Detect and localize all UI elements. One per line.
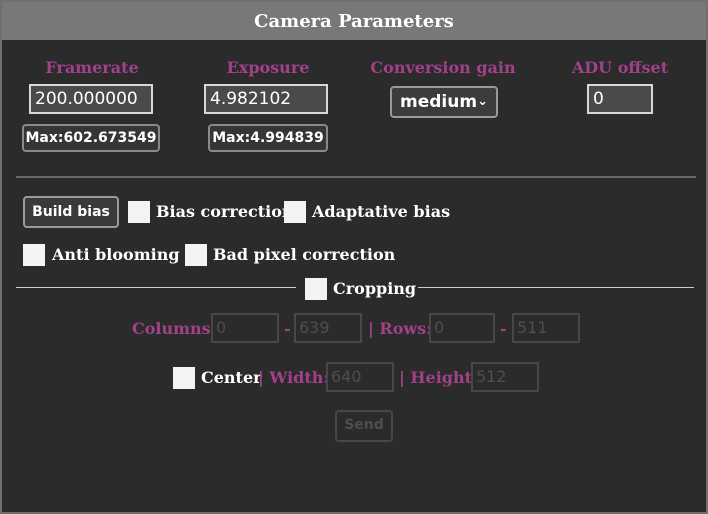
columns-to-input[interactable]: 639 [294,313,362,343]
rows-from-input[interactable]: 0 [429,313,495,343]
conversion-gain-value: medium [400,92,478,112]
adaptative-bias-label: Adaptative bias [312,202,451,221]
exposure-input[interactable]: 4.982102 [204,84,328,114]
framerate-input[interactable]: 200.000000 [29,84,153,114]
cropping-line-left [16,287,296,288]
adu-offset-label: ADU offset [571,58,669,77]
center-checkbox[interactable] [173,367,195,389]
send-button[interactable]: Send [335,410,393,442]
panel-title: Camera Parameters [2,2,706,40]
cropping-checkbox[interactable] [305,278,327,300]
bad-pixel-checkbox[interactable] [185,244,207,266]
bad-pixel-label: Bad pixel correction [213,245,396,264]
width-label: | Width: [258,368,330,387]
bias-correction-label: Bias correction [156,202,294,221]
columns-label: Columns: [132,319,217,338]
height-input[interactable]: 512 [471,362,539,392]
adaptative-bias-checkbox[interactable] [284,201,306,223]
columns-dash: - [284,319,291,338]
bias-correction-checkbox[interactable] [128,201,150,223]
conversion-gain-select[interactable]: medium ⌄ [390,86,498,118]
height-label: | Height: [399,368,478,387]
exposure-label: Exposure [226,58,310,77]
rows-dash: - [500,319,507,338]
chevron-down-icon: ⌄ [477,94,488,109]
rows-label: | Rows: [368,319,433,338]
columns-from-input[interactable]: 0 [211,313,279,343]
section-divider [16,176,696,178]
width-input[interactable]: 640 [326,362,394,392]
anti-blooming-label: Anti blooming [52,245,180,264]
conversion-gain-label: Conversion gain [370,58,516,77]
cropping-line-right [418,287,694,288]
camera-parameters-panel: Camera Parameters Framerate 200.000000 M… [0,0,708,514]
anti-blooming-checkbox[interactable] [23,244,45,266]
cropping-label: Cropping [333,279,417,298]
build-bias-button[interactable]: Build bias [23,196,119,228]
rows-to-input[interactable]: 511 [512,313,580,343]
center-label: Center [201,368,262,387]
adu-offset-input[interactable]: 0 [587,84,653,114]
exposure-max-button[interactable]: Max:4.994839 [208,124,328,152]
framerate-label: Framerate [45,58,139,77]
framerate-max-button[interactable]: Max:602.673549 [22,124,160,152]
